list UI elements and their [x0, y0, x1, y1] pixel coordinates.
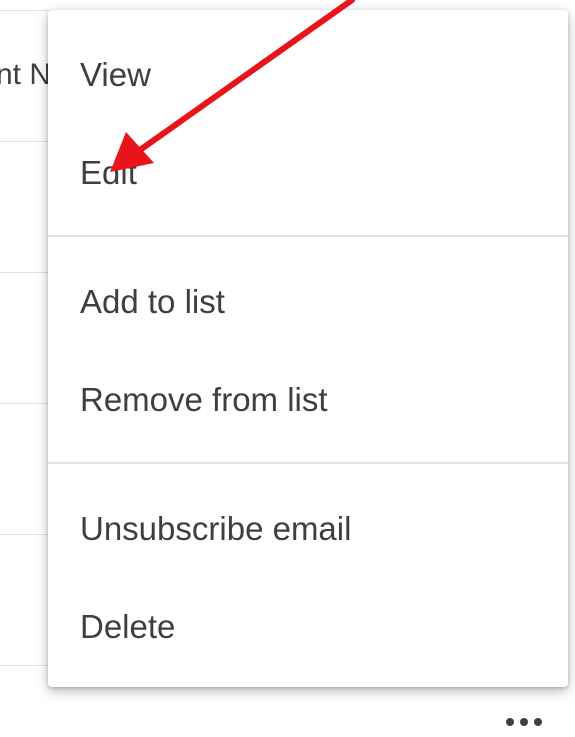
- menu-item-remove-from-list[interactable]: Remove from list: [48, 351, 568, 449]
- menu-group-danger: Unsubscribe email Delete: [48, 464, 568, 676]
- row-actions-menu: View Edit Add to list Remove from list U…: [48, 10, 568, 687]
- table-cell-text: nt N: [0, 58, 52, 91]
- menu-item-view[interactable]: View: [48, 26, 568, 124]
- menu-group-view-edit: View Edit: [48, 10, 568, 235]
- more-horizontal-icon: [506, 718, 542, 726]
- menu-group-list: Add to list Remove from list: [48, 237, 568, 462]
- menu-item-delete[interactable]: Delete: [48, 578, 568, 676]
- menu-item-edit[interactable]: Edit: [48, 124, 568, 222]
- more-actions-button[interactable]: [494, 708, 554, 736]
- menu-item-add-to-list[interactable]: Add to list: [48, 253, 568, 351]
- menu-item-unsubscribe-email[interactable]: Unsubscribe email: [48, 480, 568, 578]
